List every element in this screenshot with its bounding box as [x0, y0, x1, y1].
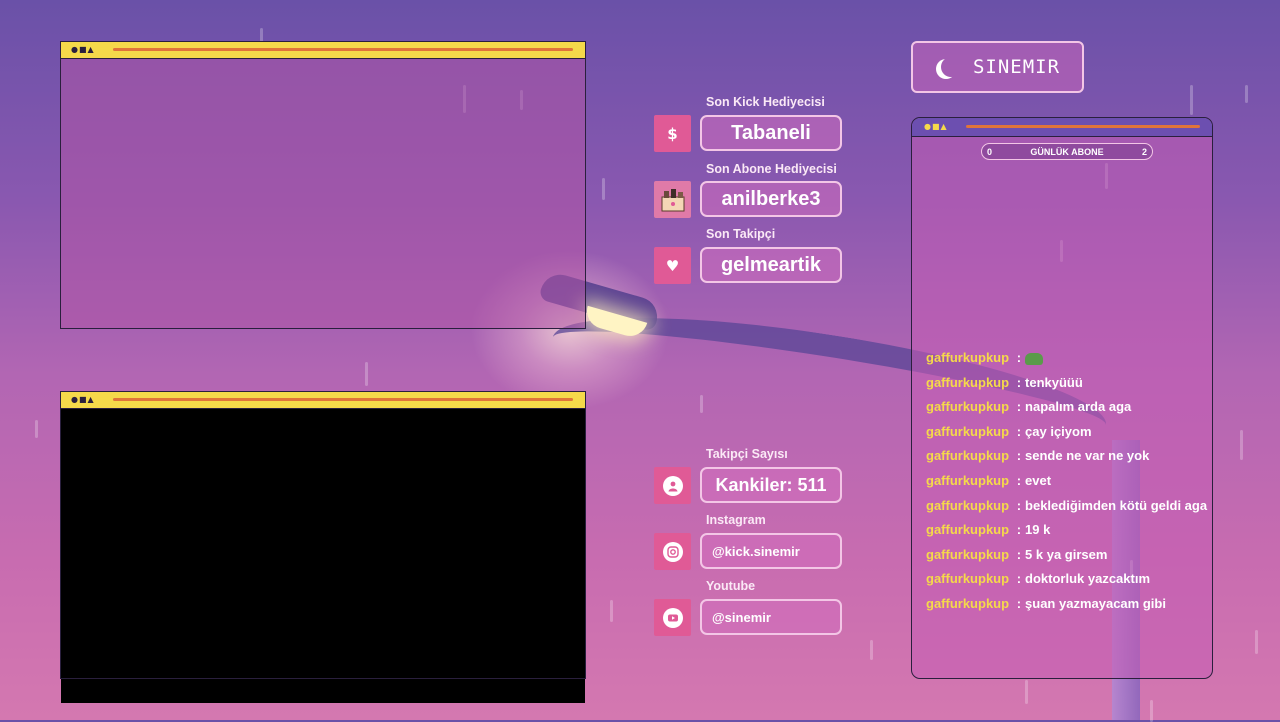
- game-capture-frame: ●■▲: [60, 391, 586, 679]
- rain-streak: [602, 178, 605, 200]
- chat-separator: :: [1016, 596, 1022, 611]
- user-icon-glyph: [662, 475, 683, 496]
- chat-text: beklediğimden kötü geldi aga: [1025, 497, 1208, 513]
- streamer-name-badge: SINEMIR: [911, 41, 1084, 93]
- chat-text: sende ne var ne yok: [1025, 448, 1150, 464]
- chat-message: gaffurkupkup : çay içiyom: [926, 424, 1092, 439]
- rain-streak: [1240, 430, 1243, 460]
- chat-text: napalım arda aga: [1025, 399, 1132, 415]
- heart-icon: ♥: [654, 247, 691, 284]
- goal-label: GÜNLÜK ABONE: [1030, 146, 1104, 157]
- rain-streak: [1150, 700, 1153, 722]
- window-controls-icon: ●■▲: [924, 122, 948, 131]
- instagram-icon: [654, 533, 691, 570]
- rain-streak: [700, 395, 703, 413]
- instagram-handle[interactable]: @kick.sinemir: [700, 533, 842, 569]
- chat-username: gaffurkupkup: [926, 350, 1010, 365]
- camera-frame: ●■▲: [60, 41, 586, 329]
- last-kick-gifter-label: Son Kick Hediyecisi: [706, 95, 825, 109]
- chat-text: tenkyüüü: [1025, 374, 1083, 390]
- rain-streak: [1255, 630, 1258, 654]
- youtube-handle[interactable]: @sinemir: [700, 599, 842, 635]
- chat-text: şuan yazmayacam gibi: [1025, 596, 1166, 611]
- last-sub-gifter-label: Son Abone Hediyecisi: [706, 162, 837, 176]
- chat-separator: :: [1016, 522, 1022, 538]
- chat-message: gaffurkupkup : evet: [926, 473, 1051, 488]
- titlebar-stripe: [113, 48, 573, 51]
- youtube-icon: [654, 599, 691, 636]
- chat-username: gaffurkupkup: [926, 448, 1010, 464]
- rain-streak: [1190, 85, 1193, 115]
- chat-separator: :: [1016, 546, 1022, 562]
- window-controls-icon: ●■▲: [71, 395, 95, 404]
- daily-sub-goal-bar: 0 GÜNLÜK ABONE 2: [981, 143, 1153, 160]
- user-icon: [654, 467, 691, 504]
- dollar-icon: $: [654, 115, 691, 152]
- streamer-name: SINEMIR: [972, 56, 1061, 78]
- camera-frame-titlebar: ●■▲: [61, 42, 585, 59]
- instagram-icon-glyph: [662, 541, 683, 562]
- chat-separator: :: [1016, 571, 1022, 587]
- youtube-label: Youtube: [706, 579, 756, 593]
- rain-streak: [35, 420, 38, 438]
- chat-username: gaffurkupkup: [926, 522, 1010, 538]
- chat-titlebar: ●■▲: [912, 118, 1212, 137]
- goal-min: 0: [987, 146, 993, 157]
- chat-separator: :: [1016, 423, 1022, 439]
- chat-username: gaffurkupkup: [926, 497, 1010, 513]
- chat-separator: :: [1016, 448, 1022, 464]
- chat-username: gaffurkupkup: [926, 473, 1010, 488]
- titlebar-stripe: [113, 398, 573, 401]
- titlebar-stripe: [966, 125, 1200, 128]
- chat-message: gaffurkupkup : napalım arda aga: [926, 399, 1131, 414]
- follower-count-label: Takipçi Sayısı: [706, 447, 788, 461]
- rain-streak: [365, 362, 368, 386]
- chat-text: evet: [1025, 473, 1052, 488]
- game-frame-titlebar: ●■▲: [61, 392, 585, 409]
- chat-text: doktorluk yazcaktım: [1025, 571, 1151, 587]
- chat-message: gaffurkupkup :19 k: [926, 522, 1050, 537]
- rain-streak: [870, 640, 873, 660]
- chat-message: gaffurkupkup : doktorluk yazcaktım: [926, 571, 1150, 586]
- chat-separator: :: [1016, 473, 1022, 488]
- chat-text: 19 k: [1025, 522, 1051, 538]
- game-capture-overflow: [61, 679, 585, 703]
- rain-streak: [1025, 680, 1028, 704]
- chat-username: gaffurkupkup: [926, 399, 1010, 415]
- chat-separator: :: [1016, 497, 1022, 513]
- chat-username: gaffurkupkup: [926, 596, 1010, 611]
- chat-username: gaffurkupkup: [926, 546, 1010, 562]
- frog-emote-icon: [1025, 352, 1044, 365]
- chat-message: gaffurkupkup : tenkyüüü: [926, 375, 1083, 390]
- chat-message: gaffurkupkup : sende ne var ne yok: [926, 448, 1149, 463]
- goal-max: 2: [1141, 146, 1147, 157]
- chat-message: gaffurkupkup : beklediğimden kötü geldi a…: [926, 498, 1207, 513]
- chat-username: gaffurkupkup: [926, 571, 1010, 587]
- gift-icon: [654, 181, 691, 218]
- chat-separator: :: [1016, 374, 1022, 390]
- last-sub-gifter-value: anilberke3: [700, 181, 842, 217]
- moon-icon: [941, 57, 961, 77]
- rain-streak: [610, 600, 613, 622]
- rain-streak: [1245, 85, 1248, 103]
- last-follower-value: gelmeartik: [700, 247, 842, 283]
- chat-message: gaffurkupkup :: [926, 350, 1044, 365]
- chat-message: gaffurkupkup :5 k ya girsem: [926, 547, 1107, 562]
- chat-text: 5 k ya girsem: [1025, 546, 1108, 562]
- chat-separator: :: [1016, 399, 1022, 415]
- chat-text: çay içiyom: [1025, 423, 1092, 439]
- chat-username: gaffurkupkup: [926, 423, 1010, 439]
- window-controls-icon: ●■▲: [71, 45, 95, 54]
- chat-message: gaffurkupkup : şuan yazmayacam gibi: [926, 596, 1166, 611]
- chat-separator: :: [1016, 350, 1022, 365]
- last-follower-label: Son Takipçi: [706, 227, 776, 241]
- youtube-icon-glyph: [662, 607, 683, 628]
- chat-username: gaffurkupkup: [926, 374, 1010, 390]
- instagram-label: Instagram: [706, 513, 766, 527]
- follower-count-value: Kankiler: 511: [700, 467, 842, 503]
- last-kick-gifter-value: Tabaneli: [700, 115, 842, 151]
- chat-panel: ●■▲ 0 GÜNLÜK ABONE 2 gaffurkupkup : gaffu…: [911, 117, 1213, 679]
